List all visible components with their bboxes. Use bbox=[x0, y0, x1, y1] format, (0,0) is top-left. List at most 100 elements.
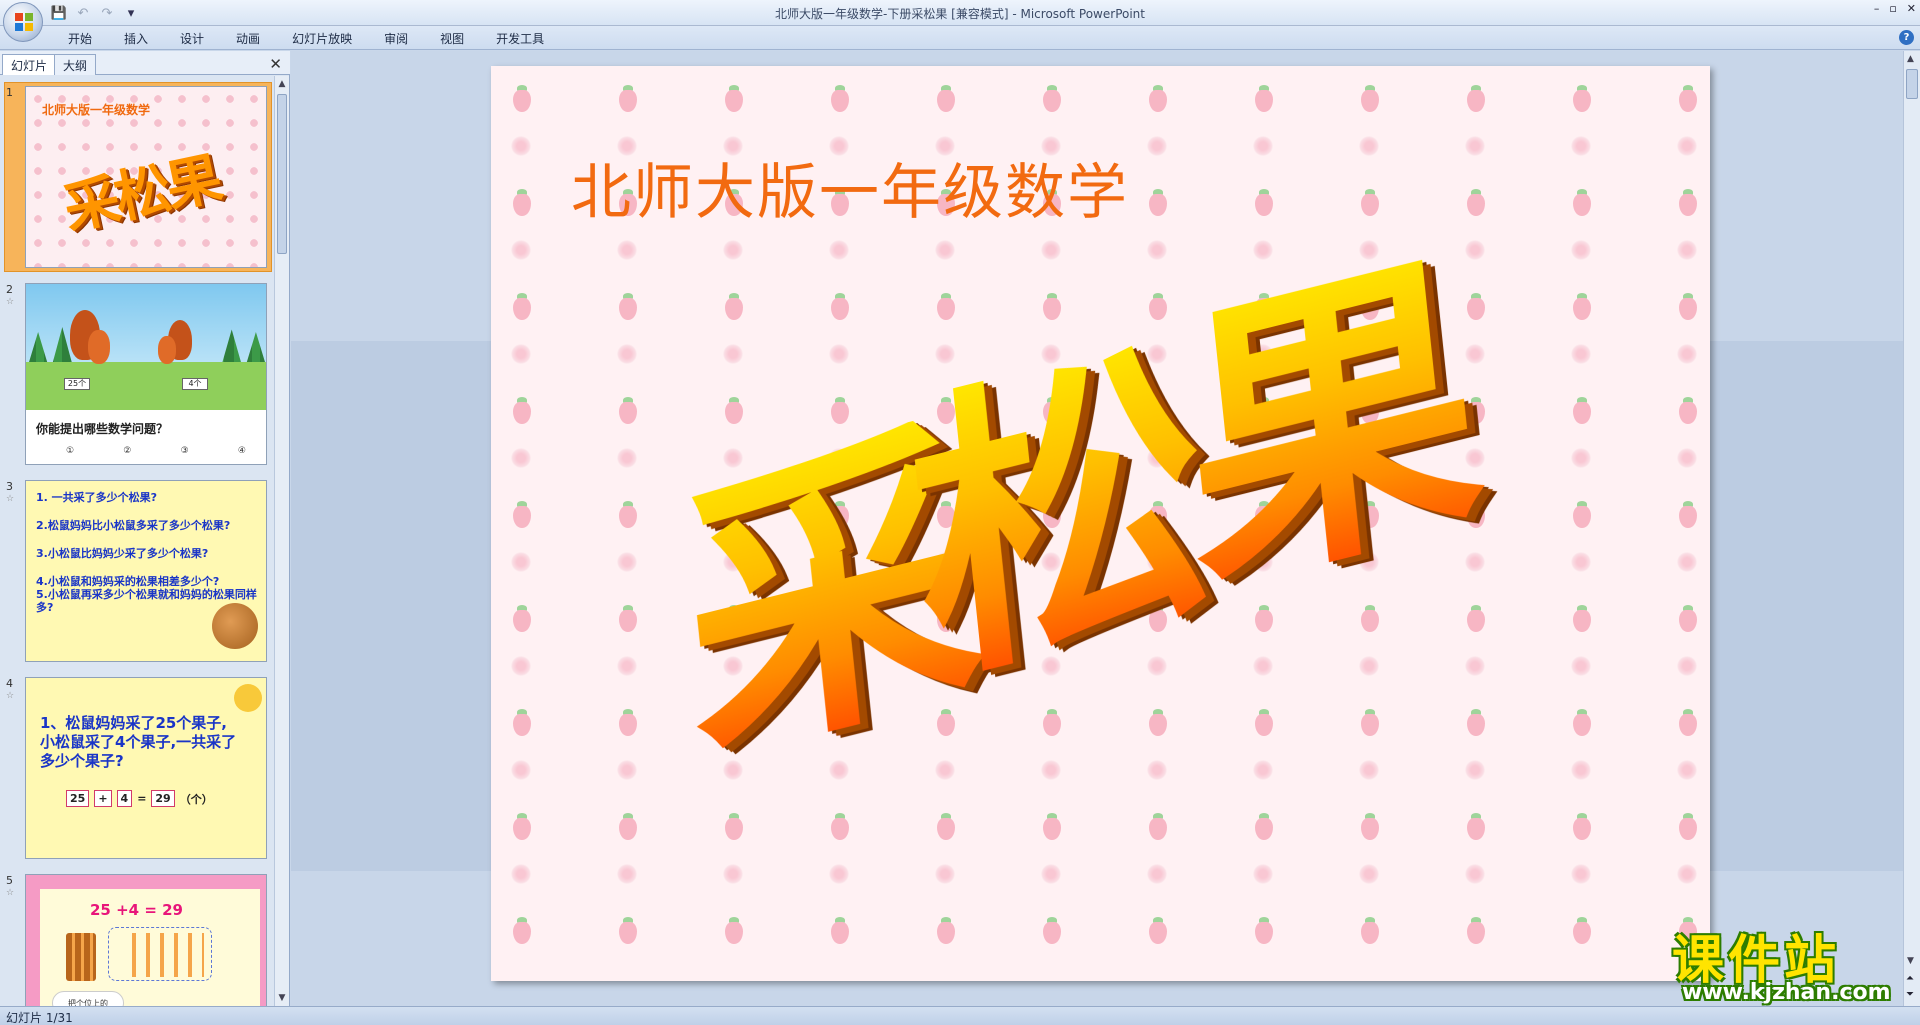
strawberry-icon bbox=[1359, 84, 1381, 112]
thumbnail-big-title: 采松果 bbox=[57, 146, 225, 243]
tab-design[interactable]: 设计 bbox=[164, 30, 220, 48]
flower-icon bbox=[1677, 656, 1697, 676]
option-2: ② bbox=[123, 446, 132, 456]
slide-thumbnail-4[interactable]: 4 ☆ 1、松鼠妈妈采了25个果子,小松鼠采了4个果子,一共采了多少个果子? 2… bbox=[0, 673, 274, 863]
tab-outline[interactable]: 大纲 bbox=[54, 54, 97, 75]
animation-star-icon: ☆ bbox=[6, 297, 15, 307]
flower-icon bbox=[1677, 760, 1697, 780]
strawberry-icon bbox=[511, 292, 533, 320]
help-icon[interactable]: ? bbox=[1899, 30, 1914, 45]
thumbnail-scrollbar[interactable]: ▲ ▼ bbox=[274, 76, 289, 1006]
scrollbar-thumb[interactable] bbox=[1906, 69, 1918, 99]
slides-pane: 幻灯片 大纲 ✕ 1 北师大版一年级数学 采松果 2 ☆ 25个 4个 你能提出… bbox=[0, 51, 290, 1006]
flower-icon bbox=[511, 136, 531, 156]
strawberry-icon bbox=[1465, 188, 1487, 216]
tab-home[interactable]: 开始 bbox=[52, 30, 108, 48]
watermark-url: www.kjzhan.com bbox=[1682, 980, 1891, 1005]
watermark-logo: 课件站 www.kjzhan.com bbox=[1672, 918, 1907, 1008]
thumbnail-caption: 你能提出哪些数学问题？ bbox=[36, 422, 169, 436]
strawberry-icon bbox=[617, 292, 639, 320]
tab-developer[interactable]: 开发工具 bbox=[480, 30, 560, 48]
flower-icon bbox=[1147, 240, 1167, 260]
status-bar: 幻灯片 1/31 bbox=[0, 1006, 1920, 1025]
tab-view[interactable]: 视图 bbox=[424, 30, 480, 48]
slide-thumbnails: 1 北师大版一年级数学 采松果 2 ☆ 25个 4个 你能提出哪些数学问题？ ①… bbox=[0, 76, 274, 1006]
strawberry-icon bbox=[511, 708, 533, 736]
flower-icon bbox=[935, 240, 955, 260]
sign-right: 4个 bbox=[182, 378, 208, 390]
option-3: ③ bbox=[180, 446, 189, 456]
strawberry-icon bbox=[1147, 916, 1169, 944]
scroll-down-icon[interactable]: ▼ bbox=[277, 993, 287, 1003]
flower-icon bbox=[617, 448, 637, 468]
strawberry-icon bbox=[511, 500, 533, 528]
current-slide[interactable]: 北师大版一年级数学 采 松 果 bbox=[491, 66, 1710, 981]
slide-thumbnail-3[interactable]: 3 ☆ 1. 一共采了多少个松果? 2.松鼠妈妈比小松鼠多采了多少个松果? 3.… bbox=[0, 476, 274, 666]
window-controls: – ▫ ✕ bbox=[1874, 2, 1916, 15]
strawberry-icon bbox=[1253, 916, 1275, 944]
slide-thumbnail-1[interactable]: 1 北师大版一年级数学 采松果 bbox=[0, 82, 274, 272]
flower-icon bbox=[1677, 864, 1697, 884]
slide-big-title[interactable]: 采 松 果 bbox=[667, 214, 1591, 916]
strawberry-icon bbox=[1677, 500, 1699, 528]
strawberry-icon bbox=[1677, 188, 1699, 216]
tab-review[interactable]: 审阅 bbox=[368, 30, 424, 48]
strawberry-icon bbox=[935, 84, 957, 112]
ground bbox=[26, 362, 266, 410]
strawberry-icon bbox=[617, 604, 639, 632]
tab-slideshow[interactable]: 幻灯片放映 bbox=[276, 30, 368, 48]
office-button[interactable] bbox=[3, 2, 43, 42]
tab-animations[interactable]: 动画 bbox=[220, 30, 276, 48]
scroll-up-icon[interactable]: ▲ bbox=[1907, 54, 1914, 64]
stick-bundle-icon bbox=[66, 933, 96, 981]
flower-icon bbox=[1571, 136, 1591, 156]
scrollbar-thumb[interactable] bbox=[277, 94, 287, 254]
previous-slide-icon[interactable]: ⏶ bbox=[1906, 973, 1914, 984]
close-icon[interactable]: ✕ bbox=[269, 55, 282, 73]
slide-counter: 幻灯片 1/31 bbox=[6, 1011, 73, 1025]
thumbnail-card: 北师大版一年级数学 采松果 bbox=[25, 86, 267, 268]
option-list: ① ② ③ ④ bbox=[66, 446, 246, 456]
flower-icon bbox=[511, 656, 531, 676]
slide-number: 2 bbox=[6, 283, 13, 296]
flower-icon bbox=[829, 240, 849, 260]
speech-cloud: 把个位上的 bbox=[52, 991, 124, 1006]
equation: 25 + 4 = 29 （个） bbox=[66, 790, 213, 807]
slide-thumbnail-5[interactable]: 5 ☆ 25 +4 = 29 把个位上的 bbox=[0, 870, 274, 1006]
strawberry-icon bbox=[1571, 188, 1593, 216]
editor-scrollbar[interactable]: ▲ ▼ ⏶ ⏷ bbox=[1903, 51, 1920, 1006]
scroll-up-icon[interactable]: ▲ bbox=[277, 79, 287, 89]
flower-icon bbox=[617, 656, 637, 676]
strawberry-icon bbox=[617, 500, 639, 528]
restore-button[interactable]: ▫ bbox=[1889, 2, 1896, 15]
slide-number: 3 bbox=[6, 480, 13, 493]
flower-icon bbox=[511, 864, 531, 884]
equation-term: 4 bbox=[116, 790, 133, 807]
equation-unit: （个） bbox=[179, 792, 213, 806]
strawberry-icon bbox=[723, 916, 745, 944]
strawberry-icon bbox=[1571, 916, 1593, 944]
slide-subtitle[interactable]: 北师大版一年级数学 bbox=[571, 144, 1129, 231]
scroll-down-icon[interactable]: ▼ bbox=[1907, 956, 1914, 966]
sign-left: 25个 bbox=[64, 378, 90, 390]
title-bar: 💾 ↶ ↷ ▾ 北师大版一年级数学-下册采松果 [兼容模式] - Microso… bbox=[0, 0, 1920, 26]
strawberry-icon bbox=[617, 812, 639, 840]
flower-icon bbox=[1253, 240, 1273, 260]
strawberry-icon bbox=[829, 916, 851, 944]
list-item: 3.小松鼠比妈妈少采了多少个松果? bbox=[36, 547, 209, 560]
tab-insert[interactable]: 插入 bbox=[108, 30, 164, 48]
animation-star-icon: ☆ bbox=[6, 494, 15, 504]
strawberry-icon bbox=[1465, 916, 1487, 944]
flower-icon bbox=[511, 240, 531, 260]
strawberry-icon bbox=[1359, 188, 1381, 216]
flower-icon bbox=[1677, 344, 1697, 364]
next-slide-icon[interactable]: ⏷ bbox=[1906, 989, 1914, 1000]
minimize-button[interactable]: – bbox=[1874, 2, 1880, 15]
flower-icon bbox=[1571, 240, 1591, 260]
slide-thumbnail-2[interactable]: 2 ☆ 25个 4个 你能提出哪些数学问题？ ① ② ③ ④ bbox=[0, 279, 274, 469]
close-button[interactable]: ✕ bbox=[1907, 2, 1916, 15]
flower-icon bbox=[1677, 448, 1697, 468]
strawberry-icon bbox=[617, 396, 639, 424]
tab-slides[interactable]: 幻灯片 bbox=[2, 54, 57, 75]
flower-icon bbox=[1465, 136, 1485, 156]
